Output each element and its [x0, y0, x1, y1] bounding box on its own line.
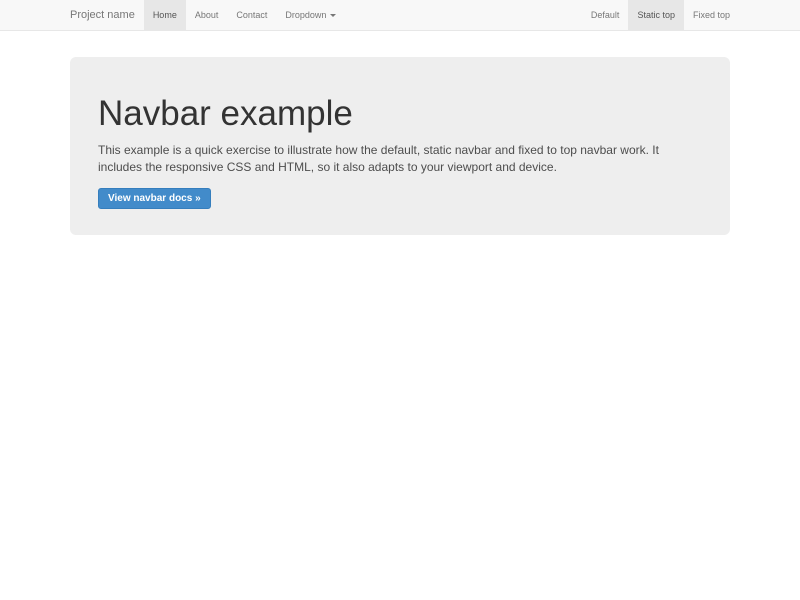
caret-down-icon: [330, 14, 336, 17]
jumbotron: Navbar example This example is a quick e…: [70, 57, 730, 235]
page-title: Navbar example: [98, 95, 702, 134]
nav-link-home[interactable]: Home: [144, 0, 186, 30]
main-container: Navbar example This example is a quick e…: [70, 57, 730, 235]
nav-link-dropdown[interactable]: Dropdown: [276, 0, 345, 30]
nav-link-contact[interactable]: Contact: [227, 0, 276, 30]
view-navbar-docs-button[interactable]: View navbar docs »: [98, 188, 211, 209]
nav-link-about[interactable]: About: [186, 0, 228, 30]
nav-item-contact: Contact: [227, 0, 276, 30]
nav-item-dropdown: Dropdown: [276, 0, 345, 30]
nav-link-static-top[interactable]: Static top: [628, 0, 684, 30]
nav-link-default[interactable]: Default: [582, 0, 629, 30]
dropdown-label: Dropdown: [285, 10, 326, 20]
nav-item-fixed-top: Fixed top: [684, 0, 739, 30]
nav-item-default: Default: [582, 0, 629, 30]
nav-item-static-top: Static top: [628, 0, 684, 30]
navbar-container: Project name Home About Contact Dropdown…: [61, 0, 739, 30]
nav-link-fixed-top[interactable]: Fixed top: [684, 0, 739, 30]
navbar-left-nav: Home About Contact Dropdown: [144, 0, 346, 30]
top-navbar: Project name Home About Contact Dropdown…: [0, 0, 800, 31]
nav-item-about: About: [186, 0, 228, 30]
brand-link[interactable]: Project name: [61, 0, 144, 30]
page-description: This example is a quick exercise to illu…: [98, 142, 670, 177]
navbar-right-nav: Default Static top Fixed top: [582, 0, 739, 30]
nav-item-home: Home: [144, 0, 186, 30]
